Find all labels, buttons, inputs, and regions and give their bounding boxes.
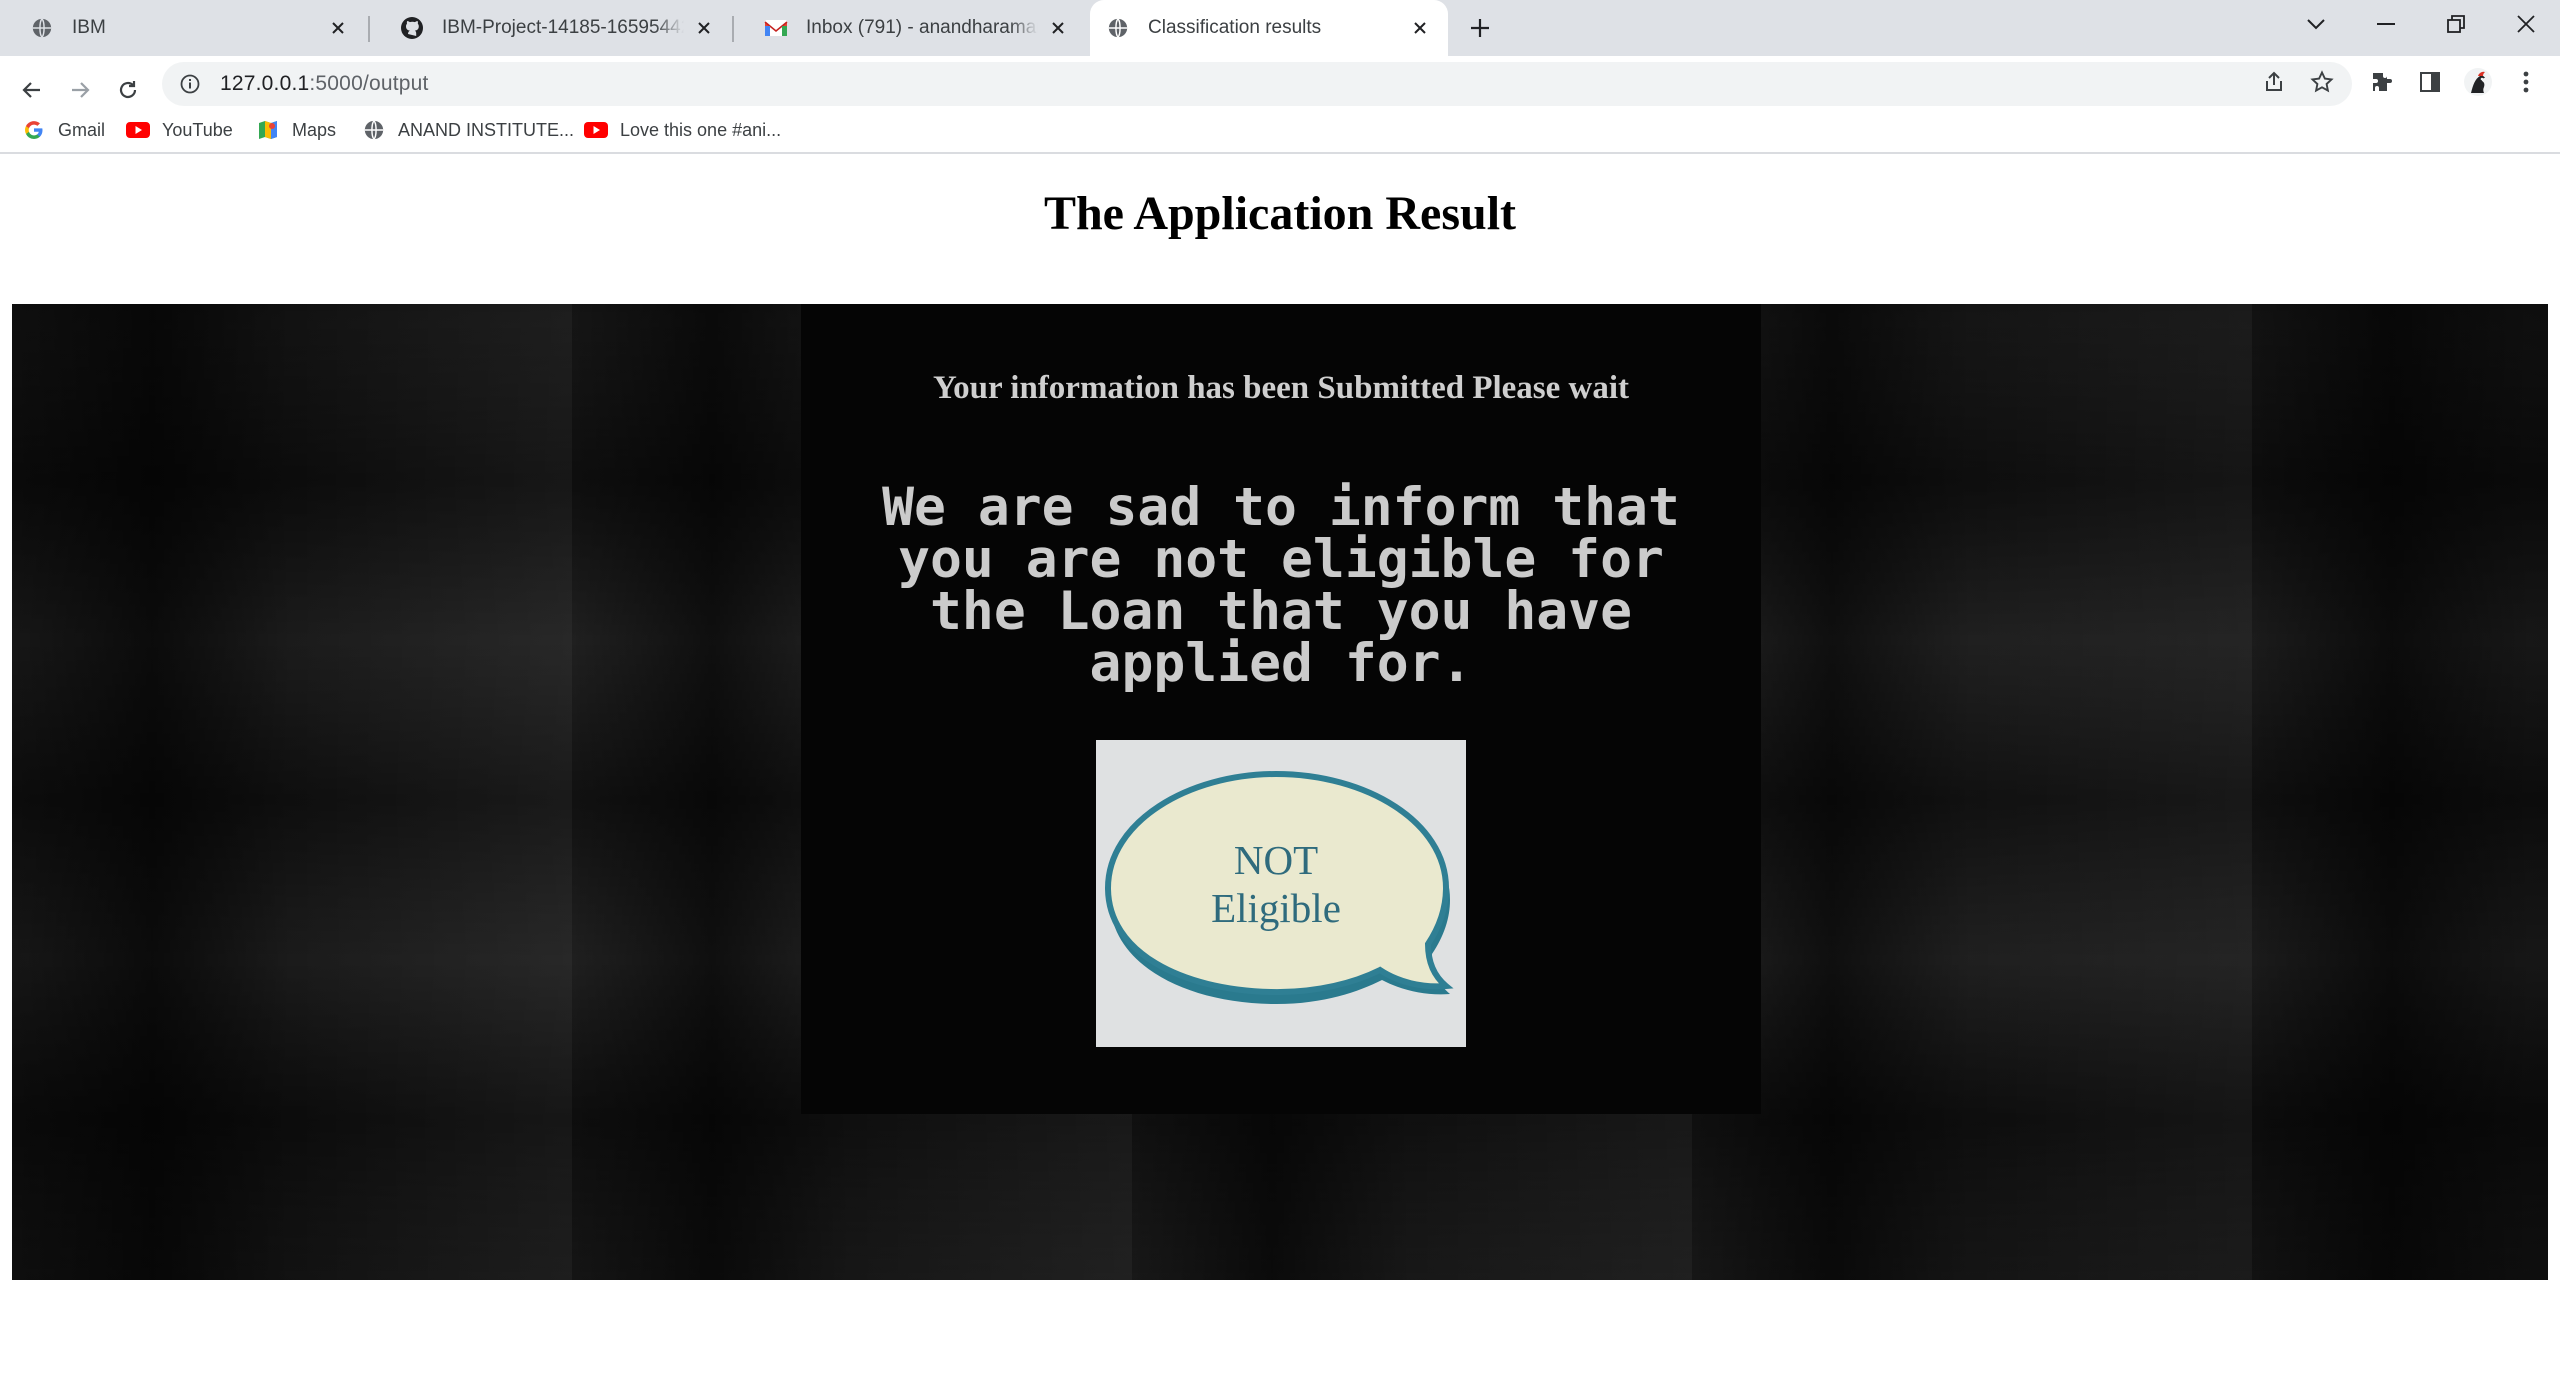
bookmark-label: Gmail: [58, 119, 106, 140]
close-icon[interactable]: [692, 16, 716, 40]
tab-search-button[interactable]: [2294, 4, 2338, 44]
back-button[interactable]: [12, 70, 52, 110]
extensions-icon[interactable]: [2362, 62, 2402, 102]
bookmark-label: Maps: [292, 119, 337, 140]
page-title: The Application Result: [1043, 187, 1517, 240]
url-text: 127.0.0.1:5000/output: [220, 72, 429, 96]
bookmark-gmail[interactable]: Gmail: [22, 110, 105, 150]
ineligible-message: We are sad to inform that you are not el…: [882, 477, 1680, 694]
url-host: 127.0.0.1: [220, 72, 310, 95]
new-tab-button[interactable]: [1462, 10, 1498, 46]
bookmark-maps[interactable]: Maps: [256, 110, 336, 150]
bookmark-youtube[interactable]: YouTube: [126, 110, 233, 150]
menu-kebab-icon[interactable]: [2506, 62, 2546, 102]
bookmark-label: Love this one #ani...: [620, 119, 782, 140]
bookmark-love-this-one[interactable]: Love this one #ani...: [584, 110, 781, 150]
badge-line-eligible: Eligible: [1211, 885, 1341, 931]
bookmark-anand-institute[interactable]: ANAND INSTITUTE...: [362, 110, 574, 150]
url-path: :5000/output: [309, 72, 429, 95]
tab-gmail[interactable]: Inbox (791) - anandharaman.ar01: [734, 0, 1086, 56]
youtube-icon: [126, 118, 150, 142]
close-window-button[interactable]: [2504, 4, 2548, 44]
minimize-button[interactable]: [2364, 4, 2408, 44]
share-icon[interactable]: [2254, 62, 2294, 102]
tab-strip: IBM IBM-Project-14185-1659544226/ Inbox …: [0, 0, 2560, 56]
submission-notice: Your information has been Submitted Plea…: [932, 370, 1630, 406]
tab-title: IBM-Project-14185-1659544226/: [442, 17, 684, 38]
github-icon: [400, 16, 424, 40]
tab-github[interactable]: IBM-Project-14185-1659544226/: [370, 0, 732, 56]
bookmark-label: ANAND INSTITUTE...: [398, 119, 575, 140]
close-icon[interactable]: [1408, 16, 1432, 40]
tab-ibm[interactable]: IBM: [0, 0, 366, 56]
google-icon: [22, 118, 46, 142]
bookmark-star-icon[interactable]: [2302, 62, 2342, 102]
address-bar[interactable]: 127.0.0.1:5000/output: [162, 62, 2352, 106]
youtube-icon: [584, 118, 608, 142]
tab-title: Inbox (791) - anandharaman.ar01: [806, 17, 1038, 38]
not-eligible-badge: NOT Eligible: [1096, 740, 1466, 1047]
maps-icon: [256, 118, 280, 142]
globe-icon: [1106, 16, 1130, 40]
restore-button[interactable]: [2434, 4, 2478, 44]
tab-classification-results[interactable]: Classification results: [1090, 0, 1448, 56]
bookmarks-bar: Gmail YouTube Maps ANAND INSTITUTE... Lo…: [0, 110, 2560, 150]
tab-title: Classification results: [1148, 17, 1322, 38]
gmail-icon: [764, 16, 788, 40]
badge-line-not: NOT: [1233, 837, 1319, 883]
globe-icon: [30, 16, 54, 40]
tab-title: IBM: [72, 17, 106, 38]
badge-text: NOT Eligible: [1176, 836, 1376, 932]
close-icon[interactable]: [326, 16, 350, 40]
side-panel-icon[interactable]: [2410, 62, 2450, 102]
reload-button[interactable]: [108, 70, 148, 110]
result-card: Your information has been Submitted Plea…: [801, 304, 1761, 1114]
info-icon[interactable]: [178, 72, 202, 96]
close-icon[interactable]: [1046, 16, 1070, 40]
forward-button[interactable]: [60, 70, 100, 110]
globe-icon: [362, 118, 386, 142]
bookmark-label: YouTube: [162, 119, 233, 140]
profile-avatar[interactable]: [2458, 62, 2498, 102]
